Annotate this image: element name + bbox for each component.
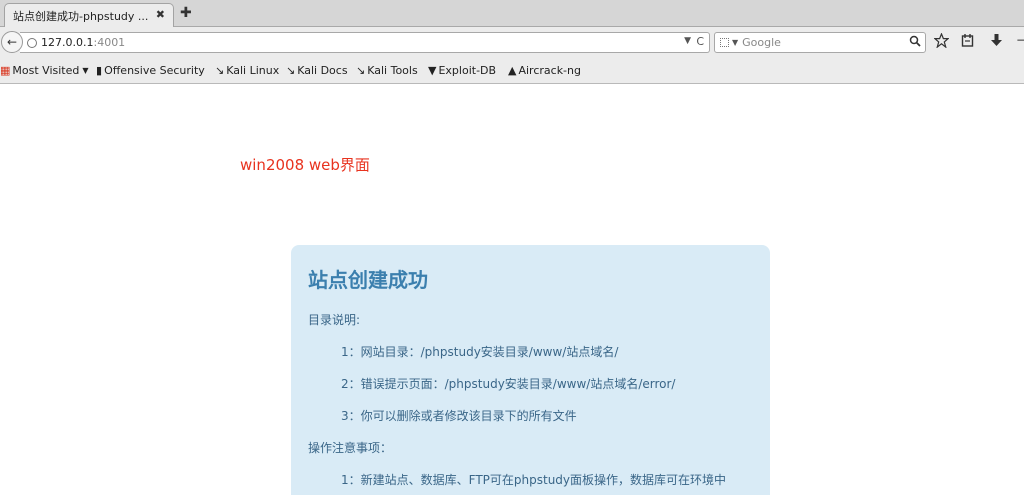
list-item: 2：错误提示页面：/phpstudy安装目录/www/站点域名/error/: [341, 377, 676, 391]
search-input[interactable]: ▼ Google: [714, 32, 926, 53]
bookmark-kali-linux[interactable]: ↘ Kali Linux: [215, 64, 279, 77]
site-identity-icon[interactable]: [27, 37, 37, 48]
list-item: 1：新建站点、数据库、FTP可在phpstudy面板操作，数据库可在环境中: [341, 473, 727, 487]
back-arrow-icon: ←: [6, 35, 18, 49]
bookmark-label: Kali Tools: [367, 64, 418, 77]
offensive-security-icon: ▮: [96, 64, 103, 77]
url-port: :4001: [93, 36, 126, 49]
bookmark-label: Exploit-DB: [438, 64, 497, 77]
notes-heading: 操作注意事项：: [308, 441, 393, 455]
kali-dragon-icon: ↘: [215, 64, 225, 77]
navigation-bar: 127.0.0.1:4001 ▼ C ← ▼ Google −: [0, 27, 1024, 57]
bookmark-label: Aircrack-ng: [518, 64, 581, 77]
overflow-icon[interactable]: −: [1016, 33, 1024, 47]
bookmark-most-visited[interactable]: ▦ Most Visited ▼: [0, 64, 89, 77]
back-button[interactable]: ←: [1, 31, 23, 53]
reading-list-icon[interactable]: [961, 33, 974, 48]
search-engine-icon[interactable]: [720, 38, 729, 47]
bookmark-exploit-db[interactable]: ▼ Exploit-DB: [428, 64, 496, 77]
bookmark-offensive-security[interactable]: ▮ Offensive Security: [96, 64, 205, 77]
reload-icon[interactable]: C: [696, 35, 704, 48]
search-icon[interactable]: [909, 35, 921, 47]
list-item: 3：你可以删除或者修改该目录下的所有文件: [341, 409, 577, 423]
search-placeholder: Google: [742, 36, 781, 49]
bookmark-aircrack-ng[interactable]: ▲ Aircrack-ng: [508, 64, 581, 77]
url-host: 127.0.0.1: [41, 36, 94, 49]
info-panel: 站点创建成功 目录说明: 1：网站目录：/phpstudy安装目录/www/站点…: [291, 245, 770, 495]
directory-heading: 目录说明:: [308, 313, 361, 327]
bookmarks-toolbar: ▦ Most Visited ▼ ▮ Offensive Security ↘ …: [0, 57, 1024, 84]
close-tab-icon[interactable]: ✖: [156, 8, 165, 21]
kali-dragon-icon: ↘: [286, 64, 296, 77]
most-visited-icon: ▦: [0, 64, 11, 77]
page-heading: win2008 web界面: [240, 156, 370, 174]
bookmark-label: Offensive Security: [104, 64, 205, 77]
downloads-icon[interactable]: [990, 33, 1003, 48]
tab-title: 站点创建成功-phpstudy ...: [13, 9, 149, 23]
bookmark-kali-docs[interactable]: ↘ Kali Docs: [286, 64, 348, 77]
chevron-down-icon: ▼: [82, 66, 89, 75]
bookmark-label: Most Visited: [12, 64, 80, 77]
url-dropdown-icon[interactable]: ▼: [684, 36, 691, 46]
bookmark-label: Kali Docs: [297, 64, 348, 77]
search-engine-dropdown-icon[interactable]: ▼: [732, 38, 738, 47]
new-tab-icon[interactable]: ✚: [180, 5, 192, 21]
bookmark-kali-tools[interactable]: ↘ Kali Tools: [356, 64, 418, 77]
kali-dragon-icon: ↘: [356, 64, 366, 77]
list-item: 1：网站目录：/phpstudy安装目录/www/站点域名/: [341, 345, 619, 359]
browser-tab[interactable]: 站点创建成功-phpstudy ... ✖: [4, 3, 174, 27]
bookmark-label: Kali Linux: [226, 64, 280, 77]
tab-strip: 站点创建成功-phpstudy ... ✖ ✚: [0, 0, 1024, 27]
panel-title: 站点创建成功: [308, 268, 428, 292]
aircrack-icon: ▲: [508, 64, 517, 77]
bookmark-star-icon[interactable]: [934, 33, 949, 48]
url-bar[interactable]: 127.0.0.1:4001 ▼ C: [20, 32, 710, 53]
exploit-db-icon: ▼: [428, 64, 437, 77]
